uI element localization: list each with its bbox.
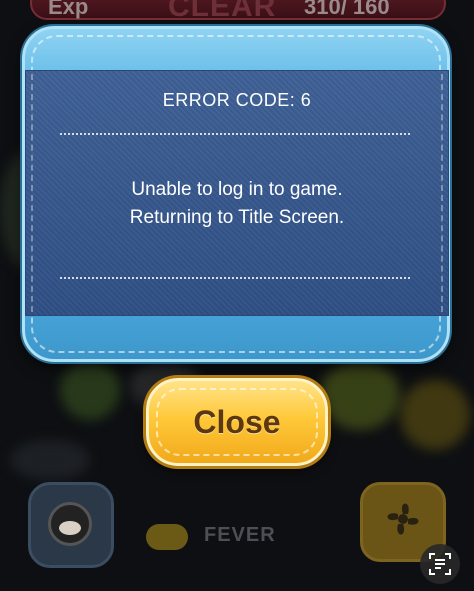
bomb-icon	[383, 499, 423, 539]
error-code: ERROR CODE: 6	[162, 90, 312, 110]
fever-label: FEVER	[204, 524, 276, 546]
bg-blob	[320, 360, 400, 430]
divider-top	[60, 133, 410, 135]
error-message-line2: Returning to Title Screen.	[129, 207, 345, 228]
exp-label: Exp	[48, 0, 89, 19]
exp-clear-overlay: CLEAR	[168, 0, 277, 23]
close-button-label: Close	[193, 403, 281, 440]
error-message: Unable to log in to game. Returning to T…	[25, 176, 449, 232]
close-button[interactable]: Close	[146, 378, 328, 466]
bg-blob	[400, 380, 470, 450]
bg-blob	[60, 360, 120, 420]
error-message-line1: Unable to log in to game.	[131, 179, 343, 200]
scan-text-button[interactable]	[420, 544, 460, 584]
bg-blob	[10, 440, 90, 480]
fever-gauge	[146, 524, 188, 550]
divider-bottom	[60, 277, 410, 279]
scan-text-icon	[429, 553, 451, 575]
exp-value: 310/ 160	[304, 0, 390, 19]
penguin-icon	[48, 502, 92, 546]
